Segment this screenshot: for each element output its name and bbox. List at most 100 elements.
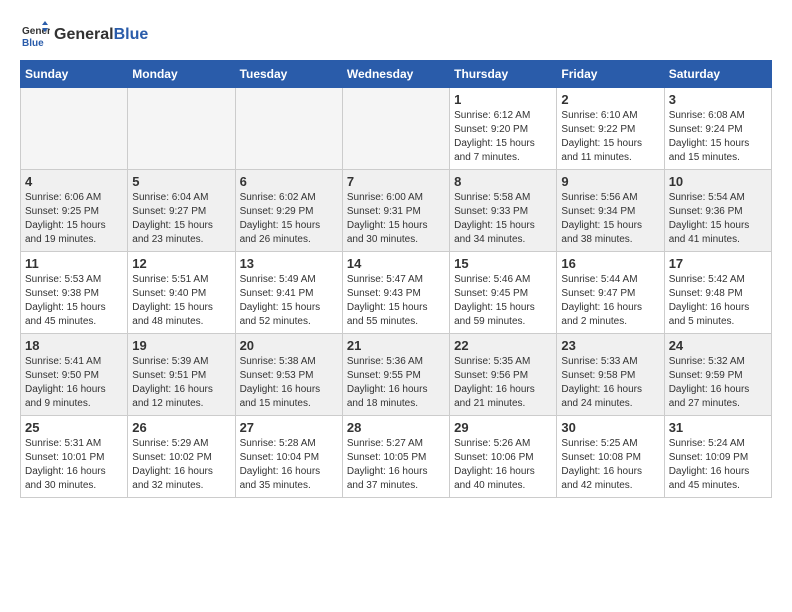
day-number: 30	[561, 420, 659, 435]
calendar-cell: 30 Sunrise: 5:25 AM Sunset: 10:08 PM Dayl…	[557, 416, 664, 498]
day-info: Sunrise: 5:58 AM Sunset: 9:33 PM Dayligh…	[454, 191, 552, 247]
page-header: General Blue GeneralBlue	[20, 20, 772, 50]
calendar-cell: 8 Sunrise: 5:58 AM Sunset: 9:33 PM Daylig…	[450, 170, 557, 252]
day-number: 26	[132, 420, 230, 435]
day-info: Sunrise: 6:06 AM Sunset: 9:25 PM Dayligh…	[25, 191, 123, 247]
day-number: 11	[25, 256, 123, 271]
day-info: Sunrise: 5:33 AM Sunset: 9:58 PM Dayligh…	[561, 355, 659, 411]
calendar-cell: 5Sunrise: 6:04 AM Sunset: 9:27 PM Daylig…	[128, 170, 235, 252]
weekday-header-monday: Monday	[128, 61, 235, 88]
day-number: 6	[240, 174, 338, 189]
day-info: Sunrise: 5:32 AM Sunset: 9:59 PM Dayligh…	[669, 355, 767, 411]
day-number: 8	[454, 174, 552, 189]
day-info: Sunrise: 5:44 AM Sunset: 9:47 PM Dayligh…	[561, 273, 659, 329]
weekday-header-wednesday: Wednesday	[342, 61, 449, 88]
calendar-cell: 29Sunrise: 5:26 AM Sunset: 10:06 PM Dayl…	[450, 416, 557, 498]
calendar-cell: 15 Sunrise: 5:46 AM Sunset: 9:45 PM Dayli…	[450, 252, 557, 334]
calendar-cell: 6 Sunrise: 6:02 AM Sunset: 9:29 PM Daylig…	[235, 170, 342, 252]
day-number: 4	[25, 174, 123, 189]
day-number: 21	[347, 338, 445, 353]
day-info: Sunrise: 6:04 AM Sunset: 9:27 PM Dayligh…	[132, 191, 230, 247]
day-info: Sunrise: 5:36 AM Sunset: 9:55 PM Dayligh…	[347, 355, 445, 411]
calendar-cell: 10 Sunrise: 5:54 AM Sunset: 9:36 PM Dayli…	[664, 170, 771, 252]
calendar-cell: 3 Sunrise: 6:08 AM Sunset: 9:24 PM Daylig…	[664, 88, 771, 170]
calendar-cell: 9Sunrise: 5:56 AM Sunset: 9:34 PM Daylig…	[557, 170, 664, 252]
calendar-cell	[342, 88, 449, 170]
day-info: Sunrise: 5:35 AM Sunset: 9:56 PM Dayligh…	[454, 355, 552, 411]
day-number: 13	[240, 256, 338, 271]
weekday-header-friday: Friday	[557, 61, 664, 88]
weekday-header-thursday: Thursday	[450, 61, 557, 88]
day-number: 17	[669, 256, 767, 271]
day-info: Sunrise: 5:41 AM Sunset: 9:50 PM Dayligh…	[25, 355, 123, 411]
calendar-cell: 17 Sunrise: 5:42 AM Sunset: 9:48 PM Dayli…	[664, 252, 771, 334]
day-number: 28	[347, 420, 445, 435]
day-number: 7	[347, 174, 445, 189]
day-info: Sunrise: 6:10 AM Sunset: 9:22 PM Dayligh…	[561, 109, 659, 165]
day-number: 18	[25, 338, 123, 353]
calendar-cell: 19Sunrise: 5:39 AM Sunset: 9:51 PM Dayli…	[128, 334, 235, 416]
logo-general: General	[54, 26, 114, 43]
day-number: 20	[240, 338, 338, 353]
day-number: 12	[132, 256, 230, 271]
logo-icon: General Blue	[20, 20, 50, 50]
day-number: 3	[669, 92, 767, 107]
calendar-table: SundayMondayTuesdayWednesdayThursdayFrid…	[20, 60, 772, 498]
day-number: 24	[669, 338, 767, 353]
calendar-cell	[21, 88, 128, 170]
day-info: Sunrise: 5:42 AM Sunset: 9:48 PM Dayligh…	[669, 273, 767, 329]
day-info: Sunrise: 5:54 AM Sunset: 9:36 PM Dayligh…	[669, 191, 767, 247]
day-number: 16	[561, 256, 659, 271]
day-info: Sunrise: 5:46 AM Sunset: 9:45 PM Dayligh…	[454, 273, 552, 329]
day-number: 10	[669, 174, 767, 189]
calendar-cell: 4 Sunrise: 6:06 AM Sunset: 9:25 PM Daylig…	[21, 170, 128, 252]
calendar-week-row: 11Sunrise: 5:53 AM Sunset: 9:38 PM Dayli…	[21, 252, 772, 334]
day-info: Sunrise: 5:49 AM Sunset: 9:41 PM Dayligh…	[240, 273, 338, 329]
calendar-cell: 20 Sunrise: 5:38 AM Sunset: 9:53 PM Dayli…	[235, 334, 342, 416]
logo-blue: Blue	[114, 26, 149, 43]
calendar-cell: 23 Sunrise: 5:33 AM Sunset: 9:58 PM Dayli…	[557, 334, 664, 416]
calendar-cell: 2Sunrise: 6:10 AM Sunset: 9:22 PM Daylig…	[557, 88, 664, 170]
calendar-week-row: 18 Sunrise: 5:41 AM Sunset: 9:50 PM Dayli…	[21, 334, 772, 416]
day-info: Sunrise: 6:02 AM Sunset: 9:29 PM Dayligh…	[240, 191, 338, 247]
day-info: Sunrise: 6:00 AM Sunset: 9:31 PM Dayligh…	[347, 191, 445, 247]
calendar-cell: 12 Sunrise: 5:51 AM Sunset: 9:40 PM Dayli…	[128, 252, 235, 334]
calendar-cell: 25 Sunrise: 5:31 AM Sunset: 10:01 PM Dayl…	[21, 416, 128, 498]
calendar-week-row: 1 Sunrise: 6:12 AM Sunset: 9:20 PM Daylig…	[21, 88, 772, 170]
day-info: Sunrise: 5:31 AM Sunset: 10:01 PM Daylig…	[25, 437, 123, 493]
calendar-cell: 22Sunrise: 5:35 AM Sunset: 9:56 PM Dayli…	[450, 334, 557, 416]
weekday-header-sunday: Sunday	[21, 61, 128, 88]
day-number: 29	[454, 420, 552, 435]
svg-text:General: General	[22, 26, 50, 37]
calendar-cell: 16 Sunrise: 5:44 AM Sunset: 9:47 PM Dayli…	[557, 252, 664, 334]
calendar-cell	[235, 88, 342, 170]
day-number: 25	[25, 420, 123, 435]
day-number: 15	[454, 256, 552, 271]
calendar-cell: 11Sunrise: 5:53 AM Sunset: 9:38 PM Dayli…	[21, 252, 128, 334]
svg-text:Blue: Blue	[22, 38, 44, 49]
day-info: Sunrise: 5:28 AM Sunset: 10:04 PM Daylig…	[240, 437, 338, 493]
calendar-cell: 21 Sunrise: 5:36 AM Sunset: 9:55 PM Dayli…	[342, 334, 449, 416]
calendar-cell: 7 Sunrise: 6:00 AM Sunset: 9:31 PM Daylig…	[342, 170, 449, 252]
calendar-cell: 18 Sunrise: 5:41 AM Sunset: 9:50 PM Dayli…	[21, 334, 128, 416]
logo: General Blue GeneralBlue	[20, 20, 148, 50]
day-number: 9	[561, 174, 659, 189]
calendar-week-row: 25 Sunrise: 5:31 AM Sunset: 10:01 PM Dayl…	[21, 416, 772, 498]
calendar-week-row: 4 Sunrise: 6:06 AM Sunset: 9:25 PM Daylig…	[21, 170, 772, 252]
day-info: Sunrise: 5:47 AM Sunset: 9:43 PM Dayligh…	[347, 273, 445, 329]
day-info: Sunrise: 5:38 AM Sunset: 9:53 PM Dayligh…	[240, 355, 338, 411]
day-info: Sunrise: 5:29 AM Sunset: 10:02 PM Daylig…	[132, 437, 230, 493]
calendar-cell: 13 Sunrise: 5:49 AM Sunset: 9:41 PM Dayli…	[235, 252, 342, 334]
day-info: Sunrise: 6:08 AM Sunset: 9:24 PM Dayligh…	[669, 109, 767, 165]
day-info: Sunrise: 5:51 AM Sunset: 9:40 PM Dayligh…	[132, 273, 230, 329]
calendar-cell: 31Sunrise: 5:24 AM Sunset: 10:09 PM Dayl…	[664, 416, 771, 498]
day-number: 23	[561, 338, 659, 353]
weekday-header-tuesday: Tuesday	[235, 61, 342, 88]
day-number: 1	[454, 92, 552, 107]
day-info: Sunrise: 6:12 AM Sunset: 9:20 PM Dayligh…	[454, 109, 552, 165]
weekday-header-saturday: Saturday	[664, 61, 771, 88]
day-number: 31	[669, 420, 767, 435]
day-info: Sunrise: 5:27 AM Sunset: 10:05 PM Daylig…	[347, 437, 445, 493]
day-info: Sunrise: 5:25 AM Sunset: 10:08 PM Daylig…	[561, 437, 659, 493]
calendar-cell: 28 Sunrise: 5:27 AM Sunset: 10:05 PM Dayl…	[342, 416, 449, 498]
